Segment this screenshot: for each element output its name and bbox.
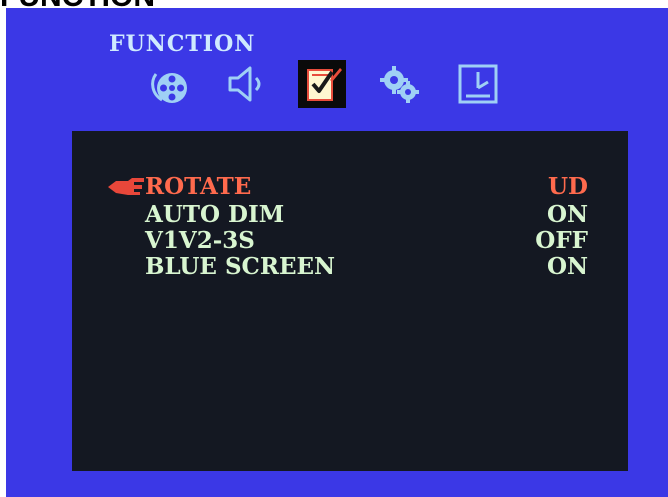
setting-label: AUTO DIM <box>145 201 285 228</box>
setting-row-blue-screen[interactable]: BLUE SCREEN ON <box>72 254 628 280</box>
setting-label: V1V2-3S <box>145 227 255 254</box>
osd-screen: FUNCTION ROTATE UD AUTO DIM ON V1V2-3S O… <box>6 8 668 497</box>
setting-label: ROTATE <box>145 173 252 200</box>
setting-value: OFF <box>535 227 588 254</box>
film-reel-icon <box>151 73 187 103</box>
tab-settings[interactable] <box>374 60 422 108</box>
checklist-icon <box>307 68 342 101</box>
tab-timer[interactable] <box>454 60 502 108</box>
tab-function[interactable] <box>298 60 346 108</box>
setting-label: BLUE SCREEN <box>145 253 336 280</box>
pointing-hand-icon <box>108 178 144 195</box>
speaker-icon <box>228 66 261 102</box>
setting-row-v1v2-3s[interactable]: V1V2-3S OFF <box>72 228 628 254</box>
setting-value: UD <box>547 173 588 200</box>
setting-value: ON <box>546 253 588 280</box>
setting-value: ON <box>546 201 588 228</box>
menu-title: FUNCTION <box>109 31 256 57</box>
clock-icon <box>458 64 498 104</box>
tab-sound[interactable] <box>222 60 270 108</box>
gears-icon <box>380 66 419 103</box>
tab-picture[interactable] <box>146 60 194 108</box>
function-settings-panel: ROTATE UD AUTO DIM ON V1V2-3S OFF BLUE S… <box>72 131 628 471</box>
page-caption: FUNCTION <box>0 0 668 8</box>
setting-row-rotate[interactable]: ROTATE UD <box>72 174 628 200</box>
setting-row-auto-dim[interactable]: AUTO DIM ON <box>72 202 628 228</box>
